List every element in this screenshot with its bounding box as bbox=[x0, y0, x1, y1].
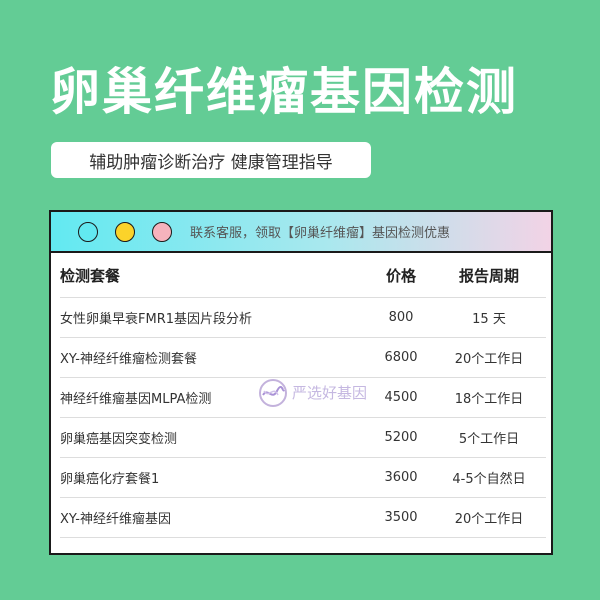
row-period: 4-5个自然日 bbox=[432, 457, 546, 498]
promo-banner-text[interactable]: 联系客服，领取【卵巢纤维瘤】基因检测优惠 bbox=[190, 222, 450, 241]
row-period: 5个工作日 bbox=[432, 417, 546, 458]
subtitle-text: 辅助肿瘤诊断治疗 健康管理指导 bbox=[89, 152, 333, 173]
window-titlebar: 联系客服，领取【卵巢纤维瘤】基因检测优惠 bbox=[51, 212, 551, 253]
price-window: 联系客服，领取【卵巢纤维瘤】基因检测优惠 检测套餐 价格 报告周期 女性卵巢早衰… bbox=[49, 210, 553, 555]
row-package-name: 卵巢癌化疗套餐1 bbox=[60, 457, 370, 498]
row-price: 4500 bbox=[370, 377, 432, 418]
subtitle-badge: 辅助肿瘤诊断治疗 健康管理指导 bbox=[51, 142, 371, 178]
row-package-name: 神经纤维瘤基因MLPA检测 bbox=[60, 377, 370, 418]
row-price: 6800 bbox=[370, 337, 432, 378]
header-package: 检测套餐 bbox=[60, 253, 370, 298]
row-price: 5200 bbox=[370, 417, 432, 458]
page-title: 卵巢纤维瘤基因检测 bbox=[50, 63, 518, 121]
table-row[interactable]: 卵巢癌化疗套餐1 3600 4-5个自然日 bbox=[60, 457, 546, 498]
row-period: 18个工作日 bbox=[432, 377, 546, 418]
table-row[interactable]: 卵巢癌基因突变检测 5200 5个工作日 bbox=[60, 417, 546, 458]
row-package-name: 卵巢癌基因突变检测 bbox=[60, 417, 370, 458]
table-row[interactable]: 女性卵巢早衰FMR1基因片段分析 800 15 天 bbox=[60, 297, 546, 338]
row-period: 15 天 bbox=[432, 297, 546, 338]
table-row[interactable]: XY-神经纤维瘤检测套餐 6800 20个工作日 bbox=[60, 337, 546, 378]
window-dot-cyan-icon[interactable] bbox=[78, 221, 98, 242]
row-period: 20个工作日 bbox=[432, 497, 546, 538]
row-package-name: XY-神经纤维瘤基因 bbox=[60, 497, 370, 538]
row-price: 3600 bbox=[370, 457, 432, 498]
table-header-row: 检测套餐 价格 报告周期 bbox=[60, 253, 546, 298]
table-row[interactable]: 神经纤维瘤基因MLPA检测 4500 18个工作日 bbox=[60, 377, 546, 418]
header-period: 报告周期 bbox=[432, 253, 546, 298]
row-package-name: 女性卵巢早衰FMR1基因片段分析 bbox=[60, 297, 370, 338]
header-price: 价格 bbox=[370, 253, 432, 298]
window-dot-yellow-icon[interactable] bbox=[115, 221, 135, 242]
price-table: 检测套餐 价格 报告周期 女性卵巢早衰FMR1基因片段分析 800 15 天 X… bbox=[60, 253, 546, 538]
row-period: 20个工作日 bbox=[432, 337, 546, 378]
window-dot-pink-icon[interactable] bbox=[152, 221, 172, 242]
row-price: 800 bbox=[370, 297, 432, 338]
table-row[interactable]: XY-神经纤维瘤基因 3500 20个工作日 bbox=[60, 497, 546, 538]
row-price: 3500 bbox=[370, 497, 432, 538]
row-package-name: XY-神经纤维瘤检测套餐 bbox=[60, 337, 370, 378]
